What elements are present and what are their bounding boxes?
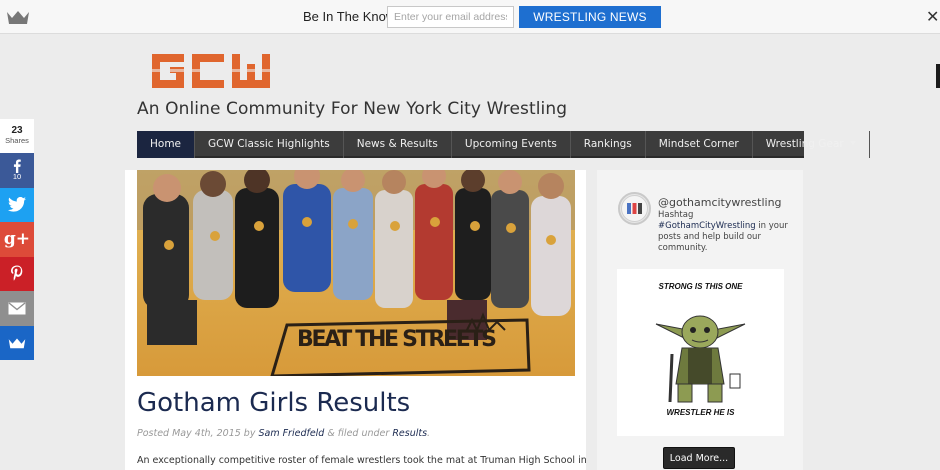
- twitter-icon: [8, 197, 26, 212]
- wrestling-news-button[interactable]: WRESTLING NEWS: [519, 6, 661, 28]
- google-plus-icon: g+: [3, 229, 31, 250]
- nav-item-mindset-corner[interactable]: Mindset Corner: [646, 131, 753, 158]
- facebook-share-count: 10: [12, 172, 22, 182]
- post-author-link[interactable]: Sam Friedfeld: [258, 428, 324, 439]
- caret-down-icon: [849, 141, 856, 145]
- email-share-button[interactable]: [0, 291, 34, 326]
- instagram-post-image[interactable]: STRONG IS THIS ONE WRESTLER HE IS: [617, 269, 784, 436]
- more-icon: [8, 338, 26, 348]
- nav-item-gcw-classic-highlights[interactable]: GCW Classic Highlights: [195, 131, 344, 158]
- hero-banner-text: BEAT THE STREETS: [297, 327, 497, 352]
- nav-item-upcoming-events[interactable]: Upcoming Events: [452, 131, 571, 158]
- instagram-bio: Hashtag #GothamCityWrestling in your pos…: [658, 210, 788, 254]
- instagram-avatar[interactable]: [618, 192, 651, 225]
- share-count-label: Shares: [5, 136, 29, 145]
- nav-item-wrestling-gear[interactable]: Wrestling Gear: [753, 131, 870, 158]
- site-tagline: An Online Community For New York City Wr…: [137, 99, 568, 119]
- post-meta-date: Posted May 4th, 2015 by: [137, 428, 259, 439]
- share-bar: 23 Shares 10 g+: [0, 119, 34, 360]
- post-meta: Posted May 4th, 2015 by Sam Friedfeld & …: [137, 428, 430, 439]
- nav-item-news-results[interactable]: News & Results: [344, 131, 452, 158]
- pinterest-icon: [11, 265, 23, 281]
- yoda-wrestler-illustration: [655, 315, 746, 403]
- post-excerpt: An exceptionally competitive roster of f…: [137, 455, 587, 466]
- nav-item-home[interactable]: Home: [137, 131, 196, 158]
- nav-item-rankings[interactable]: Rankings: [571, 131, 646, 158]
- share-count: 23 Shares: [0, 119, 34, 153]
- email-field[interactable]: [387, 6, 514, 28]
- image-top-caption: STRONG IS THIS ONE: [658, 282, 743, 291]
- instagram-handle[interactable]: @gothamcitywrestling: [658, 196, 782, 209]
- post-meta-filed: & filed under: [324, 428, 393, 439]
- google-plus-share-button[interactable]: g+: [0, 222, 34, 257]
- more-share-button[interactable]: [0, 325, 34, 360]
- image-bottom-caption: WRESTLER HE IS: [666, 408, 735, 417]
- instagram-hashtag[interactable]: #GothamCityWrestling: [658, 221, 756, 231]
- post-meta-end: .: [427, 428, 431, 439]
- post-category-link[interactable]: Results: [392, 428, 427, 439]
- instagram-widget: @gothamcitywrestling Hashtag #GothamCity…: [597, 170, 803, 470]
- gcw-logo[interactable]: [146, 52, 276, 90]
- main-nav: Home GCW Classic Highlights News & Resul…: [137, 131, 870, 158]
- post-card: BEAT THE STREETS Gotham Girls Results Po…: [125, 170, 587, 470]
- post-title[interactable]: Gotham Girls Results: [137, 388, 410, 418]
- facebook-share-button[interactable]: 10: [0, 153, 34, 188]
- close-icon[interactable]: ✕: [926, 7, 939, 26]
- facebook-icon: [13, 159, 21, 174]
- crown-icon[interactable]: [6, 9, 30, 25]
- avatar-image: [621, 195, 648, 222]
- signup-label: Be In The Know: [303, 9, 396, 24]
- nav-item-wrestling-gear-label: Wrestling Gear: [765, 138, 844, 150]
- load-more-button[interactable]: Load More...: [663, 447, 735, 469]
- post-hero-image[interactable]: BEAT THE STREETS: [137, 170, 575, 376]
- pinterest-share-button[interactable]: [0, 256, 34, 291]
- email-icon: [8, 302, 26, 315]
- scroll-indicator: [936, 64, 940, 88]
- notification-bar: Be In The Know WRESTLING NEWS ✕: [0, 0, 940, 34]
- share-count-number: 23: [11, 125, 23, 136]
- instagram-bio-line1: Hashtag: [658, 210, 694, 220]
- twitter-share-button[interactable]: [0, 187, 34, 222]
